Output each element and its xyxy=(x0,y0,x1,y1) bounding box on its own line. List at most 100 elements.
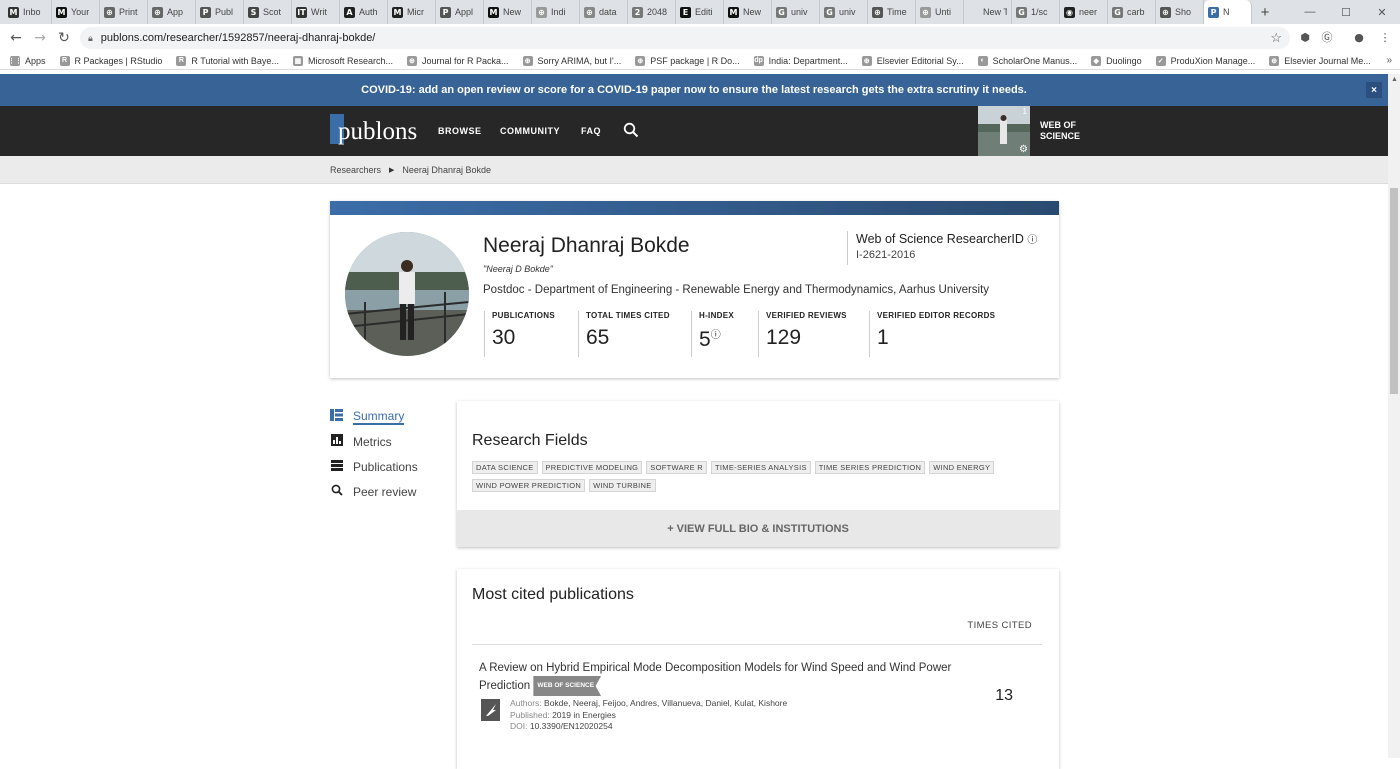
bookmark-item[interactable]: ✓ ProduXion Manage... xyxy=(1155,55,1255,66)
tab-favicon-icon: ⊕ xyxy=(920,6,931,18)
browser-tab[interactable]: ⊕ App xyxy=(148,0,196,24)
nav-faq[interactable]: FAQ xyxy=(581,126,601,136)
browser-tab[interactable]: Guniv xyxy=(772,0,820,24)
browser-tab[interactable]: G 1/sc xyxy=(1012,0,1060,24)
browser-tab[interactable]: ⊕ Print xyxy=(100,0,148,24)
browser-tab[interactable]: M Your xyxy=(52,0,100,24)
url-bar[interactable]: 🔒︎ publons.com/researcher/1592857/neeraj… xyxy=(80,27,1290,49)
sidebar-item-peer-review[interactable]: Peer review xyxy=(330,479,418,504)
profile-avatar-icon[interactable]: ● xyxy=(1350,28,1368,46)
page-scrollbar[interactable]: ▲ xyxy=(1388,74,1400,758)
browser-tab[interactable]: M Inbo xyxy=(4,0,52,24)
browser-tab[interactable]: ◉ neer xyxy=(1060,0,1108,24)
browser-tab[interactable]: M Micr xyxy=(388,0,436,24)
bookmarks-overflow-icon[interactable]: » xyxy=(1386,55,1392,66)
banner-text[interactable]: COVID-19: add an open review or score fo… xyxy=(361,84,1027,96)
reload-icon[interactable]: ↻ xyxy=(52,30,76,46)
browser-tab[interactable]: S Scot xyxy=(244,0,292,24)
tab-title: 2048 xyxy=(647,7,668,17)
browser-tab[interactable]: P Appl xyxy=(436,0,484,24)
bookmark-item[interactable]: ⊕ PSF package | R Do... xyxy=(635,55,740,66)
browser-tab[interactable]: ⊕ Time xyxy=(868,0,916,24)
browser-tab[interactable]: M New xyxy=(484,0,532,24)
forward-icon[interactable]: → xyxy=(28,30,52,46)
bookmark-icon: ✓ xyxy=(1155,55,1166,66)
search-icon[interactable] xyxy=(623,122,639,142)
user-avatar[interactable]: 1 ⚙︎ xyxy=(978,106,1030,156)
research-field-tag[interactable]: SOFTWARE R xyxy=(646,461,708,474)
research-field-tag[interactable]: TIME SERIES PREDICTION xyxy=(814,461,926,474)
stat-h-index[interactable]: H-INDEX 5ⓘ xyxy=(691,311,734,357)
browser-tab[interactable]: ⊕ Unti xyxy=(916,0,964,24)
view-full-bio-button[interactable]: + VIEW FULL BIO & INSTITUTIONS xyxy=(457,510,1059,547)
research-field-tag[interactable]: TIME-SERIES ANALYSIS xyxy=(711,461,811,474)
bookmark-item[interactable]: ⊕ Elsevier Journal Me... xyxy=(1269,55,1371,66)
stat-publications[interactable]: PUBLICATIONS 30 xyxy=(484,311,555,357)
bookmark-item[interactable]: R R Packages | RStudio xyxy=(59,55,162,66)
publication-title[interactable]: A Review on Hybrid Empirical Mode Decomp… xyxy=(479,660,959,696)
grammarly-icon[interactable]: Ⓖ xyxy=(1318,28,1336,46)
bookmark-item[interactable]: R R Tutorial with Baye... xyxy=(176,55,279,66)
bookmark-item[interactable]: ⊕ Sorry ARIMA, but I'... xyxy=(522,55,621,66)
banner-close-icon[interactable]: × xyxy=(1366,82,1382,98)
bookmark-label: Journal for R Packa... xyxy=(421,55,509,66)
bookmark-item[interactable]: ▦ Microsoft Research... xyxy=(292,55,393,66)
help-icon[interactable]: ⓘ xyxy=(1027,235,1037,246)
browser-tab[interactable]: Guniv xyxy=(820,0,868,24)
scrollbar-thumb[interactable] xyxy=(1390,188,1398,394)
menu-icon[interactable]: ⋮ xyxy=(1376,28,1394,46)
research-field-tag[interactable]: DATA SCIENCE xyxy=(472,461,538,474)
sidebar-item-metrics[interactable]: Metrics xyxy=(330,429,418,454)
browser-tab[interactable]: Gcarb xyxy=(1108,0,1156,24)
scroll-up-icon[interactable]: ▲ xyxy=(1391,76,1398,83)
stat-editor-records[interactable]: VERIFIED EDITOR RECORDS 1 xyxy=(869,311,995,357)
bookmark-item[interactable]: ⊕ Elsevier Editorial Sy... xyxy=(861,55,964,66)
bookmark-item[interactable]: ◐ ScholarOne Manus... xyxy=(977,55,1077,66)
tab-title: Sho xyxy=(1175,7,1192,17)
browser-tab[interactable]: PN xyxy=(1204,0,1252,24)
publons-logo[interactable]: publons xyxy=(330,112,417,152)
back-icon[interactable]: ← xyxy=(4,30,28,46)
browser-tab[interactable]: ⊕ data xyxy=(580,0,628,24)
bookmark-item[interactable]: ⊕ Journal for R Packa... xyxy=(406,55,509,66)
browser-tab[interactable]: New Tab xyxy=(964,0,1012,24)
bookmark-item[interactable]: dp India: Department... xyxy=(753,55,848,66)
tab-favicon-icon: ⊕ xyxy=(584,6,595,18)
stat-verified-reviews[interactable]: VERIFIED REVIEWS 129 xyxy=(758,311,847,357)
bookmark-item[interactable]: ⋮⋮ Apps xyxy=(8,55,46,66)
browser-tab[interactable]: ⊕ Sho xyxy=(1156,0,1204,24)
nav-community[interactable]: COMMUNITY xyxy=(500,126,560,136)
maximize-icon[interactable]: ☐ xyxy=(1328,0,1364,24)
research-field-tag[interactable]: WIND TURBINE xyxy=(589,479,656,492)
tab-title: univ xyxy=(791,7,808,17)
close-window-icon[interactable]: ✕ xyxy=(1364,0,1400,24)
research-field-tag[interactable]: WIND ENERGY xyxy=(929,461,995,474)
browser-tab[interactable]: M New xyxy=(724,0,772,24)
gear-icon[interactable]: ⚙︎ xyxy=(1019,144,1028,155)
browser-tab[interactable]: ⊕ Indi xyxy=(532,0,580,24)
stat-times-cited[interactable]: TOTAL TIMES CITED 65 xyxy=(578,311,670,357)
minimize-icon[interactable]: — xyxy=(1292,0,1328,24)
browser-tab[interactable]: IT Writ xyxy=(292,0,340,24)
breadcrumb-root[interactable]: Researchers xyxy=(330,165,381,175)
nav-browse[interactable]: BROWSE xyxy=(438,126,482,136)
tab-title: Editi xyxy=(695,7,713,17)
browser-tab[interactable]: A Auth xyxy=(340,0,388,24)
sidebar-item-summary[interactable]: Summary xyxy=(330,404,418,429)
publication-doi[interactable]: 10.3390/EN12020254 xyxy=(530,721,613,731)
new-tab-button[interactable]: + xyxy=(1252,0,1278,24)
research-field-tag[interactable]: WIND POWER PREDICTION xyxy=(472,479,586,492)
research-field-tag[interactable]: PREDICTIVE MODELING xyxy=(541,461,643,474)
browser-tab[interactable]: E Editi xyxy=(676,0,724,24)
web-of-science-link[interactable]: WEB OF SCIENCE xyxy=(1040,120,1080,142)
bookmark-star-icon[interactable]: ☆ xyxy=(1270,30,1282,46)
researcher-id-label: Web of Science ResearcherID xyxy=(856,232,1024,246)
bookmark-item[interactable]: ◆ Duolingo xyxy=(1091,55,1142,66)
extension-icon[interactable]: ⬢ xyxy=(1296,28,1314,46)
tab-favicon-icon: M xyxy=(488,6,499,18)
sidebar-item-publications[interactable]: Publications xyxy=(330,454,418,479)
bookmark-icon: ▦ xyxy=(292,55,303,66)
browser-tab[interactable]: P Publ xyxy=(196,0,244,24)
browser-tab[interactable]: 2 2048 xyxy=(628,0,676,24)
h-index-help-icon[interactable]: ⓘ xyxy=(711,330,721,341)
